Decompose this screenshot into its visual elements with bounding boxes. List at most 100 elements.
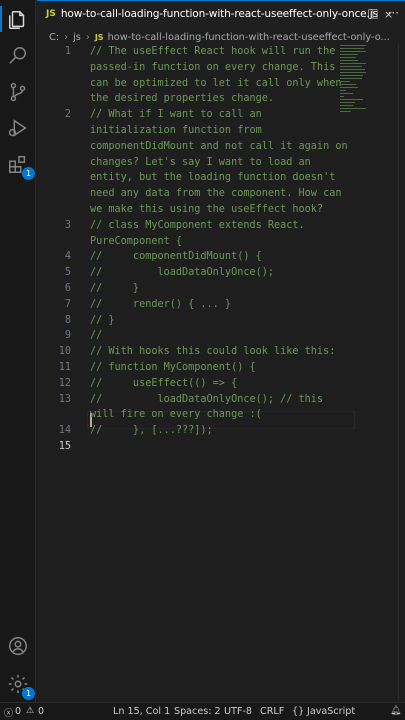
minimap-line <box>340 78 362 80</box>
code-line: // The useEffect React hook will run the <box>90 46 336 57</box>
line-number: 4 <box>64 251 71 263</box>
code-line: PureComponent { <box>90 235 183 247</box>
minimap-line <box>340 63 366 65</box>
code-line: componentDidMount and not call it again … <box>90 140 348 152</box>
braces-icon[interactable]: {} <box>292 706 304 717</box>
minimap-line <box>340 90 346 92</box>
editor-scrollbar[interactable] <box>398 44 399 700</box>
line-number: 13 <box>58 393 71 405</box>
minimap-line <box>340 96 344 98</box>
code-line: passed-in function on every change. This <box>90 61 336 73</box>
code-line: changes? Let's say I want to load an <box>90 156 311 168</box>
breadcrumb-file[interactable]: how-to-call-loading-function-with-react-… <box>108 32 390 43</box>
code-line: // class MyComponent extends React. <box>90 219 305 231</box>
chevron-right-icon: › <box>64 31 69 43</box>
minimap-line <box>340 84 356 86</box>
minimap-line <box>340 57 356 59</box>
code-line: // }, [...???]); <box>90 425 213 437</box>
code-line: we make this using the useEffect hook? <box>90 204 324 215</box>
line-number: 12 <box>58 377 71 389</box>
error-icon[interactable]: ⓧ <box>4 706 13 719</box>
chevron-right-icon: › <box>85 31 90 43</box>
js-file-icon: JS <box>94 32 104 42</box>
minimap-line <box>340 81 350 83</box>
manage-gear-icon[interactable]: 1 <box>6 672 35 700</box>
active-indicator <box>0 6 2 32</box>
tab-actions: ◫ ··· <box>367 6 399 20</box>
code-editor[interactable]: 1 // The useEffect React hook will run th… <box>37 44 405 700</box>
search-icon[interactable] <box>6 44 30 68</box>
line-number: 11 <box>58 362 71 373</box>
code-line: // loadDataOnlyOnce(); // this <box>90 393 324 405</box>
editor-tab[interactable]: JS how-to-call-loading-function-with-rea… <box>37 0 405 27</box>
minimap-line <box>340 54 358 56</box>
tab-bar: JS how-to-call-loading-function-with-rea… <box>37 0 405 27</box>
minimap-line <box>340 99 363 101</box>
line-number: 15 <box>58 441 71 452</box>
source-control-icon[interactable] <box>6 80 30 104</box>
minimap-line <box>340 72 366 74</box>
minimap[interactable] <box>340 45 368 115</box>
line-number: 6 <box>64 283 71 294</box>
line-number: 10 <box>58 346 71 358</box>
manage-badge: 1 <box>22 687 35 700</box>
split-editor-icon[interactable]: ◫ <box>367 6 378 20</box>
minimap-line <box>340 108 366 110</box>
code-line: initialization function from <box>90 125 262 136</box>
code-line: // } <box>90 283 140 294</box>
minimap-line <box>340 66 362 68</box>
code-line: will fire on every change :( <box>90 409 262 421</box>
minimap-line <box>340 60 358 62</box>
line-number: 1 <box>64 46 71 57</box>
code-line: // componentDidMount() { <box>90 251 262 263</box>
line-number: 8 <box>64 314 71 326</box>
tab-title: how-to-call-loading-function-with-react-… <box>60 8 378 20</box>
line-number: 9 <box>64 330 71 342</box>
account-icon[interactable] <box>6 634 30 658</box>
error-count[interactable]: 0 <box>15 706 21 717</box>
minimap-line <box>340 111 351 113</box>
minimap-line <box>340 51 366 53</box>
minimap-line <box>340 69 365 71</box>
minimap-line <box>340 105 353 107</box>
indentation[interactable]: Spaces: 2 <box>174 706 221 717</box>
minimap-line <box>340 102 355 104</box>
breadcrumb-folder[interactable]: js <box>73 32 81 43</box>
code-line: // <box>90 330 103 342</box>
code-line: // useEffect(() => { <box>90 377 238 389</box>
breadcrumb-drive[interactable]: C: <box>49 32 59 43</box>
extensions-badge: 1 <box>22 167 35 180</box>
warning-count[interactable]: 0 <box>38 706 44 717</box>
code-line: need any data from the component. How ca… <box>90 188 342 200</box>
code-line: // What if I want to call an <box>90 109 262 121</box>
activity-bar: 1 1 <box>0 0 36 702</box>
minimap-line <box>340 48 364 50</box>
code-line: // render() { ... } <box>90 298 232 310</box>
line-ending[interactable]: CRLF <box>260 706 284 717</box>
minimap-line <box>340 45 366 47</box>
code-line: // loadDataOnlyOnce(); <box>90 267 275 279</box>
warning-icon[interactable]: ⚠ <box>26 706 34 716</box>
line-number: 2 <box>64 109 71 121</box>
extensions-icon[interactable]: 1 <box>6 152 35 180</box>
language-mode[interactable]: JavaScript <box>307 706 355 717</box>
line-number: 3 <box>64 219 71 231</box>
explorer-icon[interactable] <box>6 8 30 32</box>
encoding[interactable]: UTF-8 <box>224 706 252 717</box>
line-number: 7 <box>64 298 71 310</box>
code-line: the desired properties change. <box>90 93 275 105</box>
code-line: // With hooks this could look like this: <box>90 346 336 358</box>
code-line: // function MyComponent() { <box>90 362 256 373</box>
line-number: 14 <box>58 425 71 437</box>
status-bar: ⓧ 0 ⚠ 0 Ln 15, Col 1 Spaces: 2 UTF-8 CRL… <box>0 702 405 720</box>
js-file-icon: JS <box>46 9 56 19</box>
run-debug-icon[interactable] <box>6 116 30 140</box>
notifications-bell-icon[interactable]: 🔔︎ <box>390 706 401 716</box>
code-line: can be optimized to let it call only whe… <box>90 77 342 89</box>
code-line: entity, but the loading function doesn't <box>90 172 336 184</box>
minimap-line <box>340 87 358 89</box>
cursor-position[interactable]: Ln 15, Col 1 <box>113 706 170 717</box>
minimap-line <box>340 75 363 77</box>
more-actions-icon[interactable]: ··· <box>388 6 399 20</box>
line-number: 5 <box>64 267 71 279</box>
